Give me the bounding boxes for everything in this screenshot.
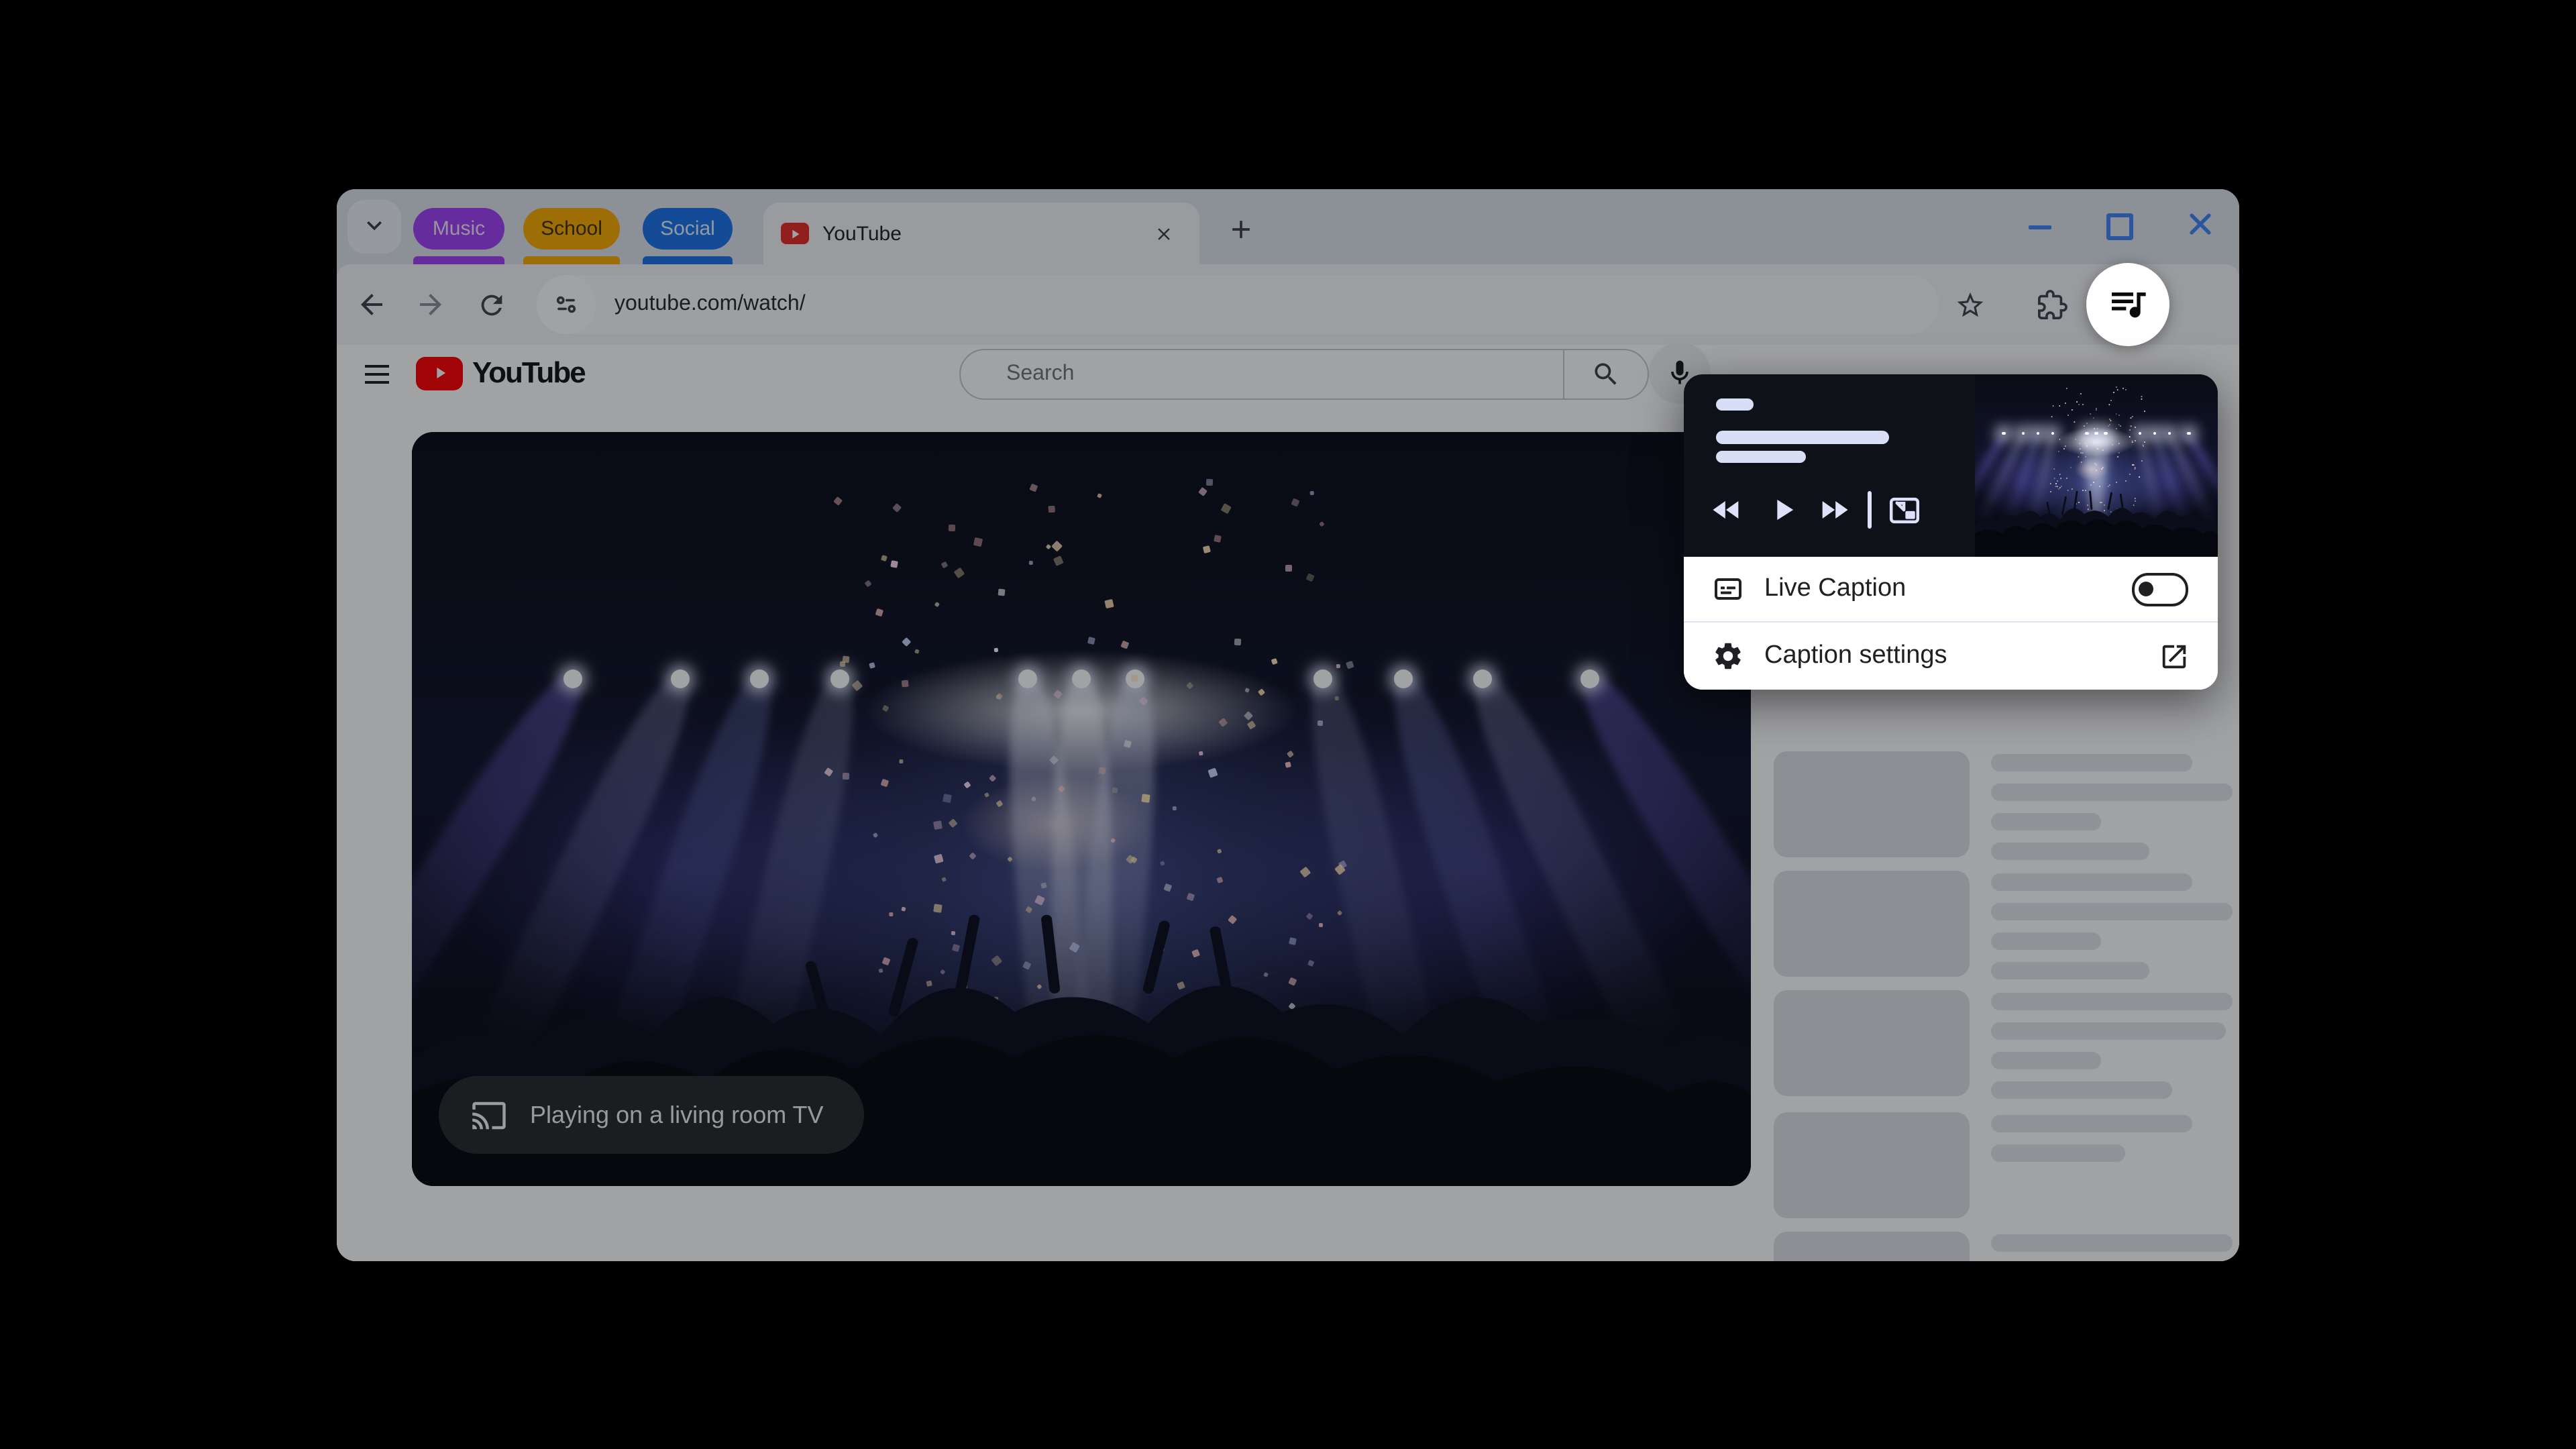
caption-settings-label: Caption settings <box>1764 641 1947 669</box>
play-button[interactable] <box>1762 488 1805 531</box>
media-artist-placeholder <box>1716 451 1806 463</box>
open-in-new-icon <box>2156 639 2191 674</box>
confetti <box>2084 425 2086 427</box>
confetti <box>2115 385 2117 388</box>
confetti <box>2070 466 2072 469</box>
confetti <box>2077 402 2080 405</box>
browser-window: Music School Social YouTube youtube.com/… <box>337 189 2239 1261</box>
confetti <box>2111 443 2114 445</box>
dimming-scrim <box>337 189 2239 1261</box>
live-caption-row[interactable]: Live Caption <box>1684 557 2218 623</box>
confetti <box>2066 386 2068 389</box>
confetti <box>2074 420 2075 422</box>
rewind-icon <box>1713 501 1739 519</box>
media-controls-popup: Live Caption Caption settings <box>1684 374 2218 690</box>
confetti <box>2084 455 2086 458</box>
confetti <box>2064 401 2065 403</box>
stage-lamp <box>2021 431 2025 435</box>
stage-lamp <box>2187 431 2191 435</box>
fast-forward-icon <box>1822 501 1848 519</box>
confetti <box>2088 431 2090 433</box>
confetti <box>2065 445 2067 447</box>
confetti <box>2096 428 2098 430</box>
confetti <box>2095 409 2097 411</box>
confetti <box>2096 407 2098 409</box>
confetti <box>2082 403 2084 405</box>
confetti <box>2076 401 2078 402</box>
confetti <box>2092 417 2094 419</box>
confetti <box>2121 388 2124 390</box>
live-caption-label: Live Caption <box>1764 574 1907 602</box>
confetti <box>2130 417 2131 418</box>
confetti <box>2063 447 2065 449</box>
confetti <box>2131 416 2134 418</box>
confetti <box>2072 409 2074 411</box>
album-art <box>1975 374 2218 557</box>
crowd-silhouette <box>1975 491 2218 557</box>
confetti <box>2115 427 2117 429</box>
confetti <box>2108 404 2110 405</box>
picture-in-picture-button[interactable] <box>1882 488 1925 531</box>
confetti <box>2057 451 2059 453</box>
confetti <box>2110 419 2112 421</box>
media-source-placeholder <box>1716 398 1754 411</box>
confetti <box>2125 388 2127 391</box>
confetti <box>2107 425 2110 427</box>
confetti <box>2052 405 2054 407</box>
controls-divider <box>1868 491 1871 529</box>
confetti <box>2117 451 2120 453</box>
confetti <box>2132 441 2133 443</box>
confetti <box>2086 445 2088 447</box>
confetti <box>2120 425 2123 427</box>
toggle-knob <box>2139 582 2153 596</box>
picture-in-picture-icon <box>1888 496 1919 523</box>
media-controls-button[interactable] <box>2086 263 2169 346</box>
rewind-button[interactable] <box>1705 488 1748 531</box>
confetti <box>2085 422 2088 425</box>
live-caption-toggle[interactable] <box>2132 572 2188 606</box>
confetti <box>2117 455 2119 458</box>
settings-gear-icon <box>1711 639 1746 674</box>
confetti <box>2112 391 2114 394</box>
media-title-placeholder <box>1716 431 1889 444</box>
confetti <box>2133 464 2135 466</box>
confetti <box>2118 442 2121 444</box>
confetti <box>2129 435 2131 437</box>
confetti <box>2133 439 2136 441</box>
confetti <box>2080 392 2081 394</box>
confetti <box>2134 468 2136 470</box>
confetti <box>2118 415 2121 417</box>
fast-forward-button[interactable] <box>1813 488 1856 531</box>
confetti <box>2129 429 2131 431</box>
media-session-panel <box>1684 374 2218 557</box>
play-icon <box>1777 499 1794 521</box>
confetti <box>2090 413 2092 415</box>
confetti <box>2110 400 2112 402</box>
confetti <box>2079 447 2080 449</box>
confetti <box>2053 468 2055 470</box>
confetti <box>2082 451 2084 453</box>
confetti <box>2078 455 2080 457</box>
confetti <box>2135 427 2137 428</box>
concert-thumbnail <box>1975 374 2218 557</box>
confetti <box>2068 415 2070 417</box>
screen: Music School Social YouTube youtube.com/… <box>0 0 2576 1449</box>
confetti <box>2143 410 2146 413</box>
media-controls-icon <box>2106 281 2149 328</box>
confetti <box>2115 413 2117 415</box>
confetti <box>2143 440 2145 442</box>
confetti <box>2051 415 2053 417</box>
live-caption-icon <box>1711 572 1746 606</box>
confetti <box>2081 461 2083 463</box>
confetti <box>2059 405 2061 407</box>
caption-settings-row[interactable]: Caption settings <box>1684 623 2218 690</box>
confetti <box>2116 388 2118 390</box>
